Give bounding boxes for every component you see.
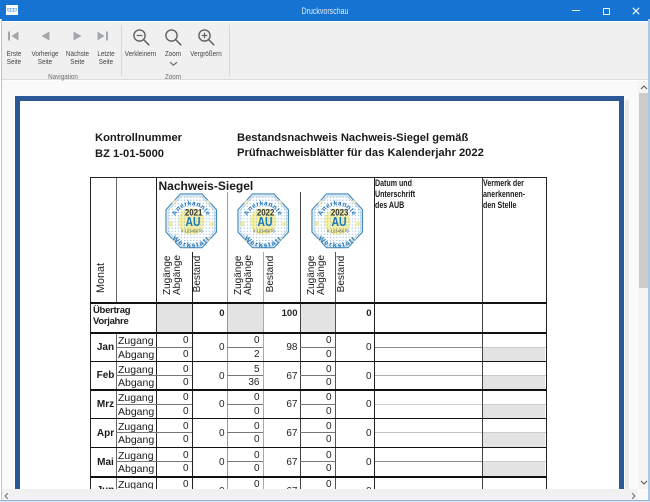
svg-text:AU: AU	[186, 214, 201, 229]
svg-text:X 12345678: X 12345678	[327, 228, 350, 233]
svg-text:X 12345678: X 12345678	[253, 228, 276, 233]
svg-text:AU: AU	[258, 214, 273, 229]
svg-text:AU: AU	[331, 214, 346, 229]
svg-text:X 12345678: X 12345678	[181, 228, 204, 233]
